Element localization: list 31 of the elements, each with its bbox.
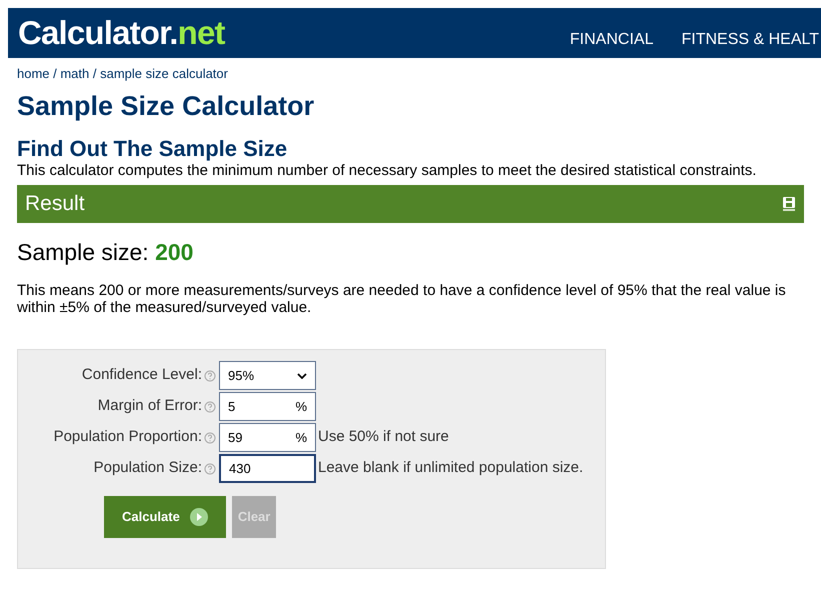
field-hint: Leave blank if unlimited population size.	[318, 458, 584, 478]
help-icon[interactable]	[204, 462, 216, 474]
nav-link[interactable]: FINANCIAL	[570, 28, 654, 52]
field-label: Margin of Error:	[98, 396, 202, 416]
site-logo[interactable]: Calculator.net	[18, 8, 225, 58]
page-title: Sample Size Calculator	[17, 90, 316, 122]
help-icon[interactable]	[204, 370, 216, 382]
help-icon[interactable]	[204, 400, 216, 412]
field-hint: Use 50% if not sure	[318, 427, 449, 448]
sample-size-label: Sample size:	[17, 239, 150, 265]
play-icon	[190, 508, 208, 526]
result-heading: Result	[25, 191, 85, 218]
nav-link[interactable]: FITNESS & HEALT	[681, 28, 819, 52]
section-title: Find Out The Sample Size	[17, 136, 288, 162]
field-label: Population Proportion:	[54, 427, 202, 448]
field-label: Confidence Level:	[82, 365, 202, 386]
breadcrumb[interactable]: home / math / sample size calculator	[17, 66, 804, 82]
input-field[interactable]: 59 %	[219, 423, 316, 452]
confidence-select[interactable]: 95%	[219, 361, 316, 390]
sample-size-value: 200	[155, 239, 194, 265]
percent-unit: %	[295, 398, 307, 416]
result-explanation: This means 200 or more measurements/surveys are needed to have a confidence level of 95% that the real value is within ±5% of the measured/surveyed value.	[17, 282, 787, 316]
input-field[interactable]: 430	[219, 454, 316, 483]
field-label: Population Size:	[94, 458, 202, 478]
help-icon[interactable]	[204, 432, 216, 444]
chevron-down-icon	[297, 372, 307, 378]
save-icon[interactable]	[782, 196, 796, 212]
input-field[interactable]: 5 %	[219, 392, 316, 421]
calculate-button[interactable]: Calculate	[104, 496, 226, 538]
percent-unit: %	[295, 428, 307, 447]
description: This calculator computes the minimum number of necessary samples to meet the desired statistical constraints.	[17, 163, 758, 179]
